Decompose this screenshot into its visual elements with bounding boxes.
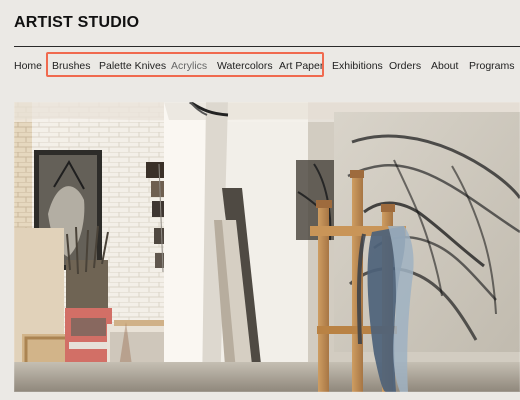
hero-studio-photo bbox=[14, 102, 520, 392]
nav-item-watercolors[interactable]: Watercolors bbox=[217, 60, 273, 72]
main-navigation: Home Brushes Palette Knives Acrylics Wat… bbox=[14, 52, 520, 77]
nav-item-about[interactable]: About bbox=[431, 60, 458, 72]
nav-item-art-paper[interactable]: Art Paper bbox=[279, 60, 323, 72]
nav-item-acrylics[interactable]: Acrylics bbox=[171, 60, 207, 72]
site-title[interactable]: ARTIST STUDIO bbox=[14, 14, 139, 32]
nav-item-palette-knives[interactable]: Palette Knives bbox=[99, 60, 166, 72]
nav-item-home[interactable]: Home bbox=[14, 60, 42, 72]
nav-item-orders[interactable]: Orders bbox=[389, 60, 421, 72]
hero-image-frame bbox=[14, 102, 520, 392]
nav-item-programs[interactable]: Programs bbox=[469, 60, 515, 72]
nav-item-brushes[interactable]: Brushes bbox=[52, 60, 91, 72]
nav-item-exhibitions[interactable]: Exhibitions bbox=[332, 60, 383, 72]
site-header: ARTIST STUDIO Home Brushes Palette Knive… bbox=[14, 0, 520, 96]
header-divider bbox=[14, 46, 520, 47]
